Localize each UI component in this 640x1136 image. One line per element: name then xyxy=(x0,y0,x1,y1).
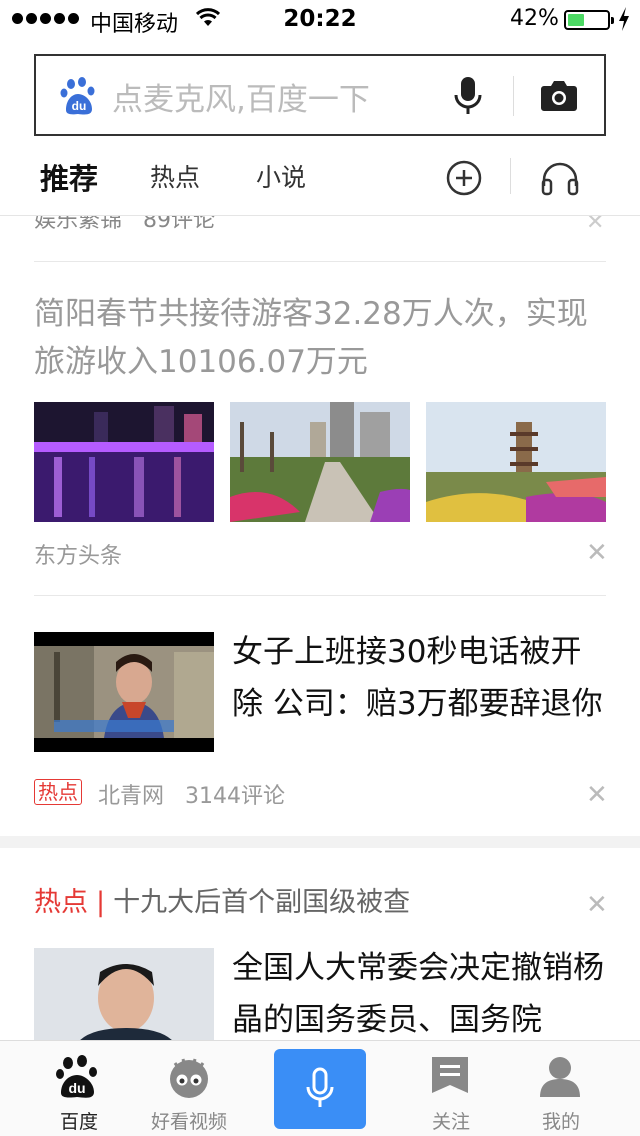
baidu-logo-icon: du xyxy=(60,77,95,115)
search-placeholder[interactable]: 点麦克风,百度一下 xyxy=(112,74,370,119)
cut-item-source: 娱乐繁锦 xyxy=(34,216,123,233)
bottom-navigation: du 百度 好看视频 关注 我的 xyxy=(0,1040,640,1136)
hot-headline: 十九大后首个副国级被查 xyxy=(113,887,411,918)
hot-separator: | xyxy=(96,887,106,918)
nav-follow[interactable]: 关注 xyxy=(396,1041,506,1136)
hot-label: 热点 xyxy=(34,887,88,918)
nav-haokan-video[interactable]: 好看视频 xyxy=(134,1041,244,1136)
svg-text:du: du xyxy=(68,1080,85,1096)
headphones-icon[interactable] xyxy=(540,160,580,196)
camera-icon[interactable] xyxy=(540,78,578,112)
article-image-night-bridge[interactable] xyxy=(34,402,214,522)
article-image-pagoda-flowers[interactable] xyxy=(426,402,606,522)
article-title[interactable]: 女子上班接30秒电话被开除 公司：赔3万都要辞退你 xyxy=(232,626,612,730)
dismiss-icon[interactable]: ✕ xyxy=(586,892,608,918)
article-image-video-woman[interactable] xyxy=(34,632,214,752)
nav-label: 关注 xyxy=(431,1111,470,1133)
article-image-official-portrait[interactable] xyxy=(34,948,214,1040)
tab-recommend[interactable]: 推荐 xyxy=(40,156,98,198)
nav-label: 百度 xyxy=(59,1111,98,1133)
user-icon xyxy=(540,1057,580,1097)
tab-separator xyxy=(510,158,511,194)
section-divider xyxy=(0,836,640,848)
search-box[interactable]: du 点麦克风,百度一下 xyxy=(34,54,606,136)
channel-tabs: 推荐 热点 小说 xyxy=(0,150,640,216)
baidu-paw-icon: du xyxy=(56,1055,97,1098)
hot-topic-header[interactable]: 热点 | 十九大后首个副国级被查 xyxy=(34,880,410,919)
hot-badge: 热点 xyxy=(34,779,82,805)
article-source: 北青网 xyxy=(98,784,165,809)
nav-label: 好看视频 xyxy=(150,1111,227,1133)
tab-novel[interactable]: 小说 xyxy=(256,158,306,194)
article-meta: 北青网 3144评论 xyxy=(98,778,285,810)
news-feed[interactable]: 娱乐繁锦 89评论 ✕ 简阳春节共接待游客32.28万人次，实现旅游收入1010… xyxy=(0,216,640,1040)
article-image-garden-path[interactable] xyxy=(230,402,410,522)
tab-hot[interactable]: 热点 xyxy=(150,158,200,194)
cut-item-meta: 娱乐繁锦 89评论 xyxy=(34,216,215,234)
battery-percent: 42% xyxy=(510,6,559,31)
dismiss-icon[interactable]: ✕ xyxy=(586,216,604,235)
status-bar: 中国移动 20:22 42% xyxy=(0,0,640,40)
article-title[interactable]: 简阳春节共接待游客32.28万人次，实现旅游收入10106.07万元 xyxy=(34,290,614,386)
article-comments: 3144评论 xyxy=(185,784,286,809)
svg-text:du: du xyxy=(72,99,87,113)
video-face-icon xyxy=(170,1058,208,1098)
article-source: 东方头条 xyxy=(34,544,123,569)
dismiss-icon[interactable]: ✕ xyxy=(586,540,608,566)
bookmark-icon xyxy=(432,1057,468,1093)
charging-bolt-icon xyxy=(619,7,629,31)
nav-baidu[interactable]: du 百度 xyxy=(24,1041,134,1136)
dismiss-icon[interactable]: ✕ xyxy=(586,782,608,808)
divider xyxy=(34,595,606,596)
article-title[interactable]: 全国人大常委会决定撤销杨晶的国务委员、国务院 xyxy=(232,942,612,1040)
battery-icon xyxy=(564,10,614,30)
search-separator xyxy=(513,76,514,116)
mic-icon xyxy=(306,1067,334,1107)
nav-mine[interactable]: 我的 xyxy=(506,1041,616,1136)
voice-search-button[interactable] xyxy=(274,1049,366,1129)
nav-label: 我的 xyxy=(541,1111,580,1133)
cut-item-comments: 89评论 xyxy=(143,216,216,233)
divider xyxy=(34,261,606,262)
add-channel-icon[interactable] xyxy=(446,160,482,196)
microphone-icon[interactable] xyxy=(454,76,482,116)
